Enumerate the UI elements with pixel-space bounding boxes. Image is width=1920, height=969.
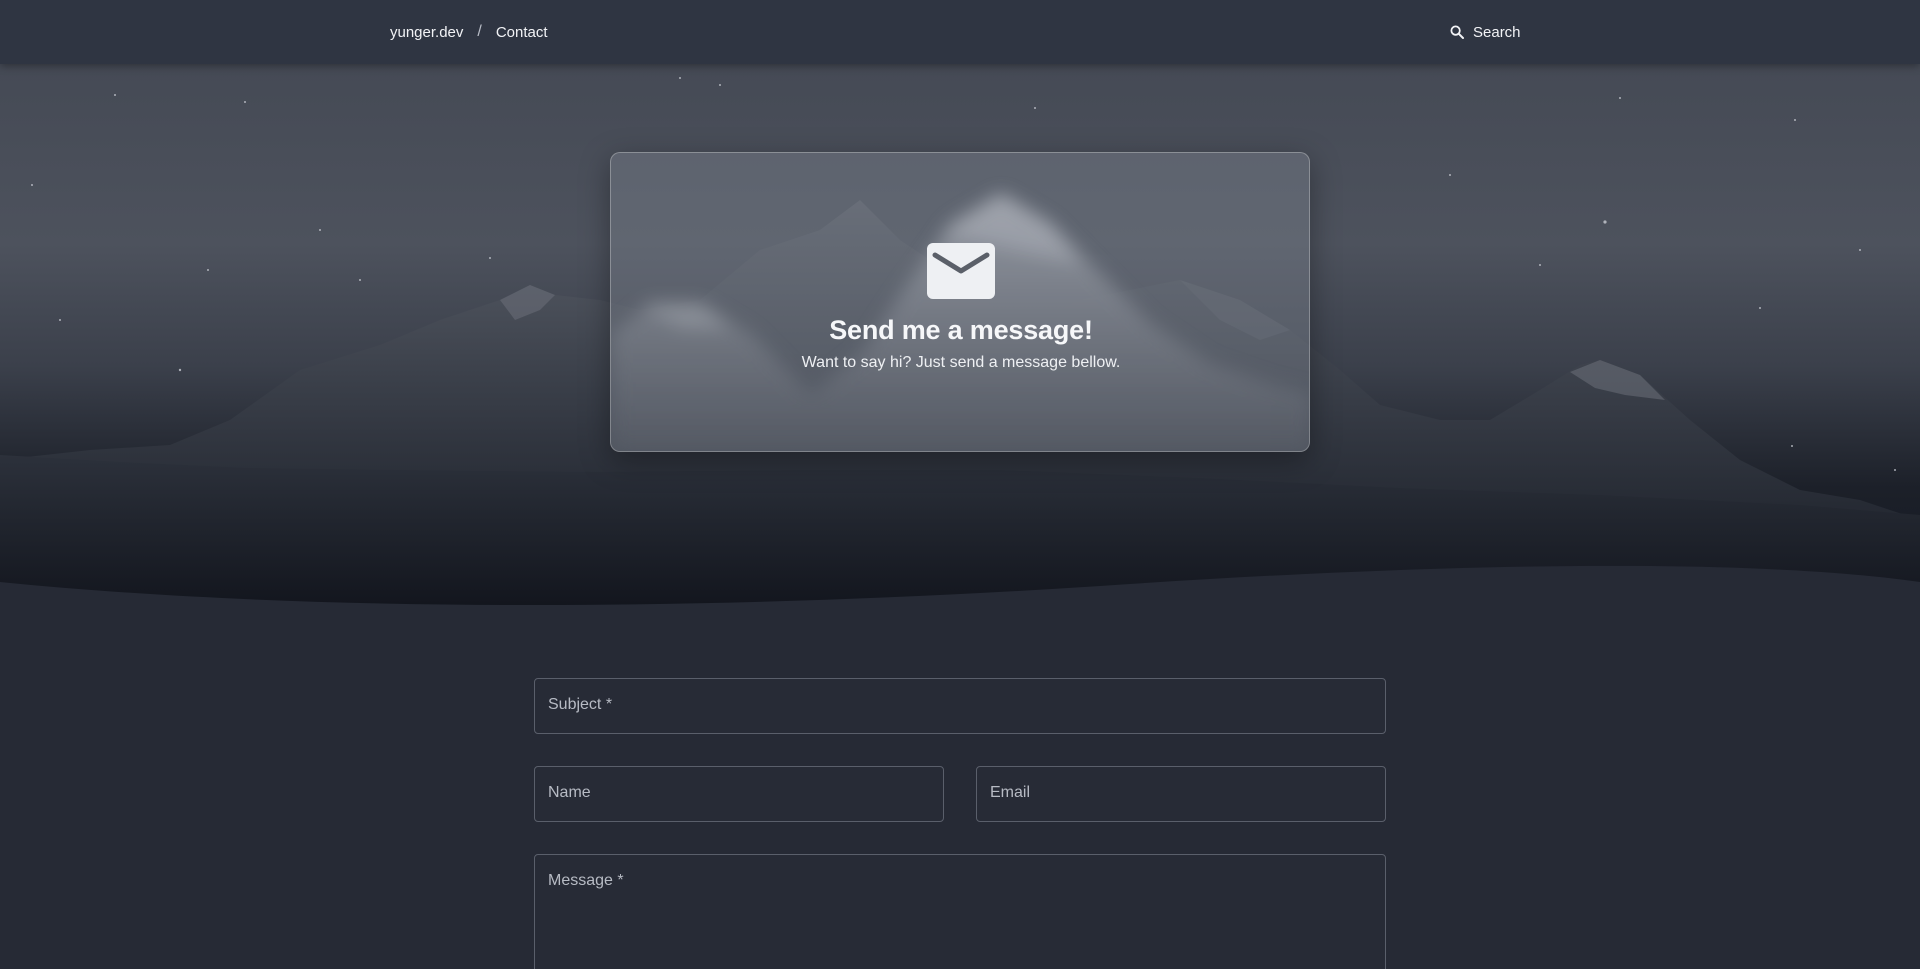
breadcrumb-separator: / [477, 23, 482, 40]
top-navigation-bar: yunger.dev / Contact Search [0, 0, 1920, 64]
name-input[interactable] [535, 767, 943, 821]
breadcrumb-current-page[interactable]: Contact [496, 24, 548, 41]
hero-message-card: Send me a message! Want to say hi? Just … [610, 152, 1310, 452]
email-field[interactable]: Email [976, 766, 1386, 822]
subject-field[interactable]: Subject * [534, 678, 1386, 734]
message-field[interactable]: Message * [534, 854, 1386, 969]
hero-title: Send me a message! [829, 315, 1093, 345]
envelope-icon [927, 243, 995, 299]
contact-page: yunger.dev / Contact Search Send me a me… [0, 0, 1920, 969]
hero-card-content: Send me a message! Want to say hi? Just … [611, 153, 1309, 451]
name-field[interactable]: Name [534, 766, 944, 822]
breadcrumb-home-link[interactable]: yunger.dev [390, 24, 463, 41]
email-input[interactable] [977, 767, 1385, 821]
search-label: Search [1473, 23, 1521, 41]
search-button[interactable]: Search [1450, 18, 1521, 46]
search-icon [1450, 25, 1464, 39]
hero-subtitle: Want to say hi? Just send a message bell… [801, 354, 1121, 371]
breadcrumb: yunger.dev / Contact [390, 0, 548, 64]
message-textarea[interactable] [535, 855, 1385, 969]
subject-input[interactable] [535, 679, 1385, 733]
